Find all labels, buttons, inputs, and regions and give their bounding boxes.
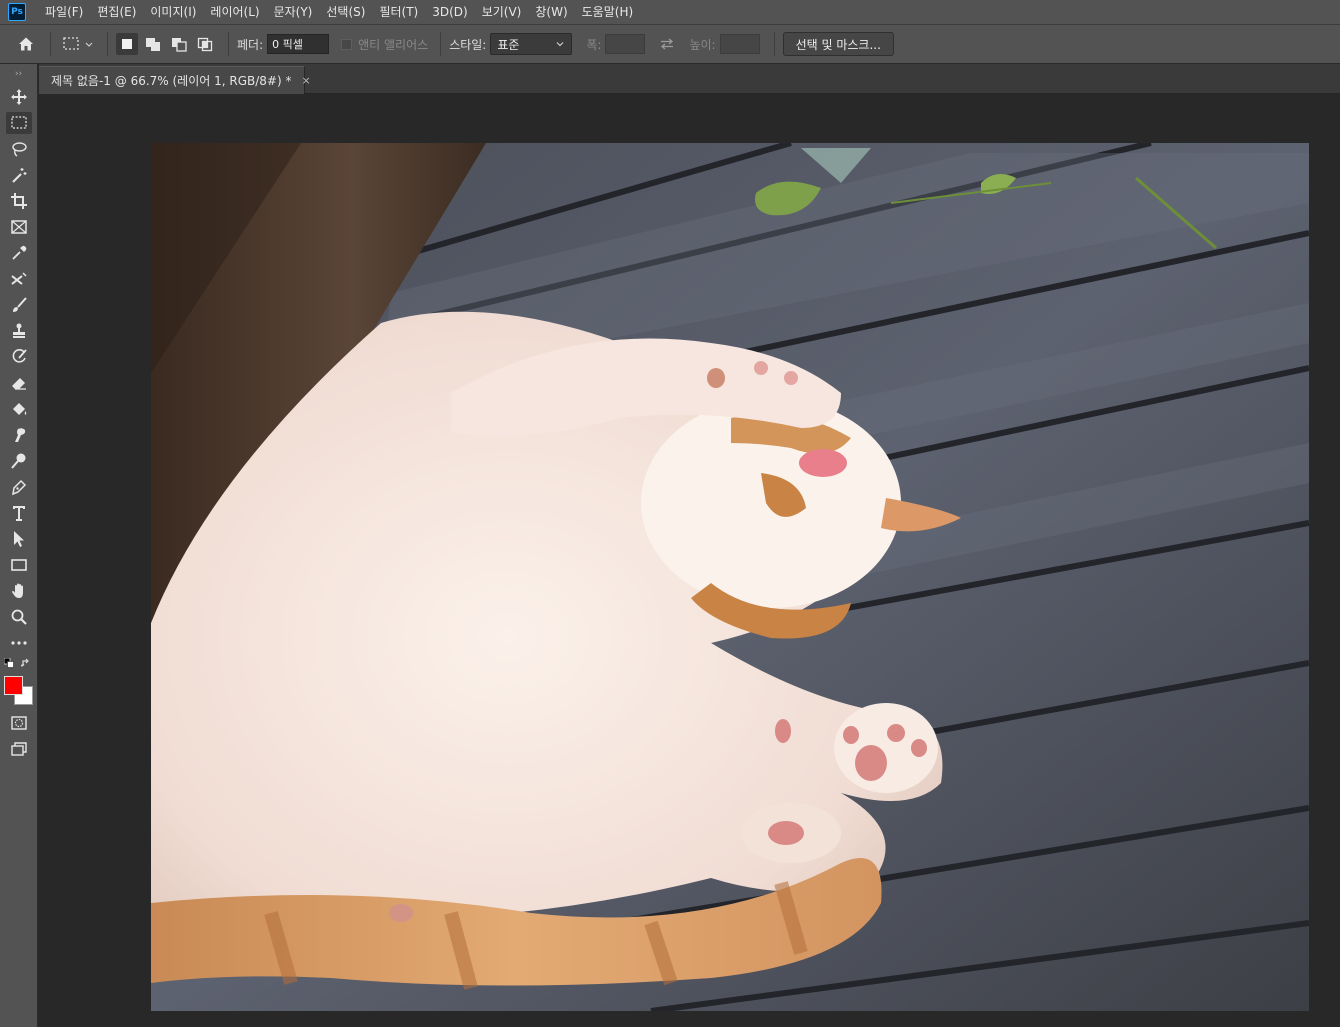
- canvas-area[interactable]: [39, 95, 1340, 1027]
- screen-mode-button[interactable]: [0, 736, 38, 762]
- feather-label: 페더:: [237, 37, 264, 52]
- pen-tool[interactable]: [0, 474, 38, 500]
- width-input[interactable]: [605, 34, 646, 54]
- healing-icon: [11, 272, 27, 285]
- photoshop-logo-icon: Ps: [8, 3, 26, 21]
- stamp-icon: [13, 323, 25, 338]
- intersect-selection-button[interactable]: [194, 33, 216, 55]
- menu-file[interactable]: 파일(F): [38, 0, 90, 24]
- menu-image[interactable]: 이미지(I): [143, 0, 203, 24]
- foreground-color-swatch[interactable]: [4, 676, 23, 695]
- quick-mask-icon: [11, 716, 27, 730]
- style-select[interactable]: 표준: [490, 33, 573, 55]
- zoom-icon: [11, 609, 27, 625]
- document-tab[interactable]: 제목 없음-1 @ 66.7% (레이어 1, RGB/8#) * ×: [39, 66, 311, 94]
- type-icon: [13, 506, 25, 521]
- brush-tool[interactable]: [0, 292, 38, 318]
- more-tools-button[interactable]: [0, 630, 38, 656]
- close-tab-icon[interactable]: ×: [301, 74, 310, 87]
- feather-input[interactable]: 0 픽셀: [267, 34, 330, 54]
- brush-icon: [13, 297, 27, 312]
- eraser-icon: [12, 378, 26, 390]
- marquee-tool[interactable]: [0, 110, 38, 136]
- type-tool[interactable]: [0, 500, 38, 526]
- menu-select[interactable]: 선택(S): [319, 0, 372, 24]
- smudge-icon: [15, 428, 26, 442]
- zoom-tool[interactable]: [0, 604, 38, 630]
- dodge-tool[interactable]: [0, 448, 38, 474]
- rectangle-tool[interactable]: [0, 552, 38, 578]
- marquee-icon: [11, 116, 27, 129]
- tools-panel: ››: [0, 64, 38, 1027]
- panel-collapse-icon[interactable]: ››: [0, 64, 37, 84]
- menu-type[interactable]: 문자(Y): [267, 0, 320, 24]
- hand-icon: [12, 583, 23, 598]
- frame-tool[interactable]: [0, 214, 38, 240]
- menu-window[interactable]: 창(W): [528, 0, 574, 24]
- path-select-icon: [14, 531, 24, 547]
- menu-3d[interactable]: 3D(D): [425, 0, 474, 24]
- magic-wand-tool[interactable]: [0, 162, 38, 188]
- lasso-icon: [12, 142, 27, 157]
- width-label: 폭:: [586, 37, 602, 52]
- antialias-label: 앤티 앨리어스: [358, 37, 429, 52]
- color-swatches: [0, 656, 38, 710]
- healing-tool[interactable]: [0, 266, 38, 292]
- document-canvas-image[interactable]: [151, 143, 1309, 1011]
- height-label: 높이:: [689, 37, 716, 52]
- history-brush-tool[interactable]: [0, 344, 38, 370]
- history-brush-icon: [12, 349, 27, 363]
- new-selection-button[interactable]: [116, 33, 138, 55]
- stamp-tool[interactable]: [0, 318, 38, 344]
- hand-tool[interactable]: [0, 578, 38, 604]
- menu-bar: Ps 파일(F) 편집(E) 이미지(I) 레이어(L) 문자(Y) 선택(S)…: [0, 0, 1340, 24]
- chevron-down-icon: [556, 42, 564, 47]
- menu-edit[interactable]: 편집(E): [90, 0, 143, 24]
- document-tabs: 제목 없음-1 @ 66.7% (레이어 1, RGB/8#) * ×: [39, 64, 1340, 94]
- document-tab-title: 제목 없음-1 @ 66.7% (레이어 1, RGB/8#) *: [51, 74, 292, 88]
- eyedropper-icon: [12, 245, 27, 260]
- crop-icon: [11, 193, 27, 209]
- move-icon: [11, 89, 27, 105]
- menu-help[interactable]: 도움말(H): [575, 0, 641, 24]
- add-selection-button[interactable]: [142, 33, 164, 55]
- swap-dimensions-icon[interactable]: [655, 32, 679, 56]
- swap-colors-icon[interactable]: [21, 658, 32, 669]
- eraser-tool[interactable]: [0, 370, 38, 396]
- select-and-mask-button[interactable]: 선택 및 마스크...: [782, 32, 894, 56]
- crop-tool[interactable]: [0, 188, 38, 214]
- antialias-checkbox[interactable]: [341, 38, 353, 50]
- menu-layer[interactable]: 레이어(L): [203, 0, 266, 24]
- eyedropper-tool[interactable]: [0, 240, 38, 266]
- default-colors-icon[interactable]: [4, 658, 14, 668]
- move-tool[interactable]: [0, 84, 38, 110]
- rectangle-icon: [11, 559, 27, 571]
- quick-mask-button[interactable]: [0, 710, 38, 736]
- path-select-tool[interactable]: [0, 526, 38, 552]
- home-icon[interactable]: [14, 32, 38, 56]
- cat-photo: [151, 143, 1309, 1011]
- height-input[interactable]: [719, 34, 760, 54]
- frame-icon: [11, 220, 27, 234]
- paint-bucket-icon: [13, 403, 27, 415]
- menu-view[interactable]: 보기(V): [475, 0, 529, 24]
- screen-mode-icon: [11, 742, 27, 756]
- more-tools-icon: [11, 641, 27, 645]
- style-label: 스타일:: [449, 37, 487, 52]
- smudge-tool[interactable]: [0, 422, 38, 448]
- paint-bucket-tool[interactable]: [0, 396, 38, 422]
- lasso-tool[interactable]: [0, 136, 38, 162]
- menu-filter[interactable]: 필터(T): [372, 0, 425, 24]
- options-bar: 페더: 0 픽셀 앤티 앨리어스 스타일: 표준 폭: 높이: 선택 및 마스크…: [0, 24, 1340, 64]
- magic-wand-icon: [12, 168, 27, 183]
- subtract-selection-button[interactable]: [168, 33, 190, 55]
- marquee-preset-icon[interactable]: [59, 32, 99, 56]
- dodge-icon: [11, 453, 26, 469]
- pen-icon: [12, 479, 27, 496]
- style-select-value: 표준: [497, 37, 520, 52]
